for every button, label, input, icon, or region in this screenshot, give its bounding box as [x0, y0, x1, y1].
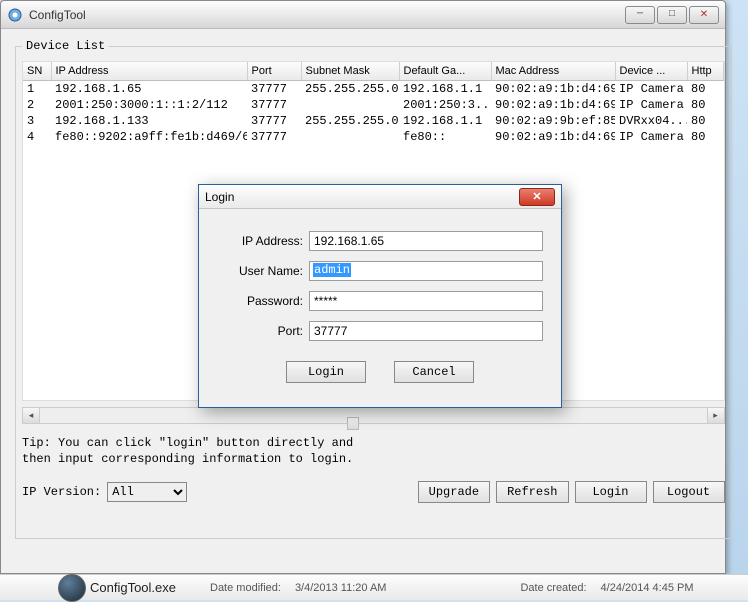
filename: ConfigTool.exe	[90, 580, 176, 595]
cell-device: DVRxx04...	[615, 113, 687, 129]
login-titlebar[interactable]: Login ✕	[199, 185, 561, 209]
explorer-details-strip: ConfigTool.exe Date modified: 3/4/2013 1…	[0, 574, 748, 600]
cell-port: 37777	[247, 113, 301, 129]
date-created-label: Date created:	[520, 582, 586, 594]
cell-subnet: 255.255.255.0	[301, 81, 399, 98]
col-port[interactable]: Port	[247, 62, 301, 81]
refresh-button[interactable]: Refresh	[496, 481, 568, 503]
upgrade-button[interactable]: Upgrade	[418, 481, 490, 503]
ip-version-select[interactable]: All	[107, 482, 187, 502]
exe-file-icon	[58, 574, 86, 602]
cell-ip: 2001:250:3000:1::1:2/112	[51, 97, 247, 113]
device-list-legend: Device List	[22, 39, 109, 53]
date-modified-label: Date modified:	[210, 582, 281, 594]
cell-port: 37777	[247, 81, 301, 98]
window-controls: ─ □ ✕	[625, 6, 719, 24]
cell-sn: 1	[23, 81, 51, 98]
table-row[interactable]: 1192.168.1.6537777255.255.255.0192.168.1…	[23, 81, 723, 98]
table-row[interactable]: 22001:250:3000:1::1:2/11237777 2001:250:3…	[23, 97, 723, 113]
cell-mac: 90:02:a9:1b:d4:69	[491, 129, 615, 145]
cell-http: 80	[687, 81, 723, 98]
cell-http: 80	[687, 129, 723, 145]
password-input[interactable]	[309, 291, 543, 311]
password-label: Password:	[199, 294, 303, 308]
col-mac[interactable]: Mac Address	[491, 62, 615, 81]
col-subnet[interactable]: Subnet Mask	[301, 62, 399, 81]
cell-sn: 4	[23, 129, 51, 145]
cell-mac: 90:02:a9:9b:ef:85	[491, 113, 615, 129]
dialog-cancel-button[interactable]: Cancel	[394, 361, 474, 383]
login-close-button[interactable]: ✕	[519, 188, 555, 206]
table-row[interactable]: 4fe80::9202:a9ff:fe1b:d469/6437777 fe80::…	[23, 129, 723, 145]
scrollbar-thumb[interactable]	[347, 417, 359, 430]
cell-subnet: 255.255.255.0	[301, 113, 399, 129]
scroll-left-button[interactable]: ◂	[23, 408, 40, 423]
cell-sn: 3	[23, 113, 51, 129]
port-input[interactable]	[309, 321, 543, 341]
cell-gateway: fe80::	[399, 129, 491, 145]
cell-http: 80	[687, 97, 723, 113]
logout-button[interactable]: Logout	[653, 481, 725, 503]
cell-gateway: 2001:250:3...	[399, 97, 491, 113]
tip-line-1: Tip: You can click "login" button direct…	[22, 436, 725, 452]
username-input[interactable]: admin	[309, 261, 543, 281]
login-dialog: Login ✕ IP Address: User Name: admin Pas…	[198, 184, 562, 408]
titlebar[interactable]: ConfigTool ─ □ ✕	[1, 1, 725, 29]
col-sn[interactable]: SN	[23, 62, 51, 81]
cell-device: IP Camera	[615, 97, 687, 113]
port-label: Port:	[199, 324, 303, 338]
login-body: IP Address: User Name: admin Password: P…	[199, 209, 561, 383]
table-row[interactable]: 3192.168.1.13337777255.255.255.0192.168.…	[23, 113, 723, 129]
username-label: User Name:	[199, 264, 303, 278]
bottom-row: IP Version: All Upgrade Refresh Login Lo…	[22, 481, 725, 503]
cell-http: 80	[687, 113, 723, 129]
cell-subnet	[301, 97, 399, 113]
tip-line-2: then input corresponding information to …	[22, 452, 725, 468]
window-close-button[interactable]: ✕	[689, 6, 719, 24]
cell-device: IP Camera	[615, 81, 687, 98]
col-gateway[interactable]: Default Ga...	[399, 62, 491, 81]
cell-mac: 90:02:a9:1b:d4:69	[491, 81, 615, 98]
scroll-right-button[interactable]: ▸	[707, 408, 724, 423]
login-dialog-buttons: Login Cancel	[199, 361, 561, 383]
col-device[interactable]: Device ...	[615, 62, 687, 81]
maximize-button[interactable]: □	[657, 6, 687, 24]
device-table: SN IP Address Port Subnet Mask Default G…	[23, 62, 724, 145]
ip-address-label: IP Address:	[199, 234, 303, 248]
login-dialog-title: Login	[205, 190, 519, 204]
tip-text: Tip: You can click "login" button direct…	[22, 436, 725, 467]
col-http[interactable]: Http	[687, 62, 723, 81]
cell-port: 37777	[247, 97, 301, 113]
cell-ip: 192.168.1.133	[51, 113, 247, 129]
dialog-login-button[interactable]: Login	[286, 361, 366, 383]
cell-gateway: 192.168.1.1	[399, 113, 491, 129]
col-ip[interactable]: IP Address	[51, 62, 247, 81]
app-icon	[7, 7, 23, 23]
cell-ip: 192.168.1.65	[51, 81, 247, 98]
cell-subnet	[301, 129, 399, 145]
date-modified-value: 3/4/2013 11:20 AM	[295, 582, 387, 594]
ip-address-input[interactable]	[309, 231, 543, 251]
window-title: ConfigTool	[29, 8, 625, 22]
login-button[interactable]: Login	[575, 481, 647, 503]
ip-version-label: IP Version:	[22, 485, 101, 499]
cell-port: 37777	[247, 129, 301, 145]
date-created-value: 4/24/2014 4:45 PM	[601, 582, 694, 594]
cell-sn: 2	[23, 97, 51, 113]
cell-gateway: 192.168.1.1	[399, 81, 491, 98]
cell-mac: 90:02:a9:1b:d4:69	[491, 97, 615, 113]
minimize-button[interactable]: ─	[625, 6, 655, 24]
table-header-row: SN IP Address Port Subnet Mask Default G…	[23, 62, 723, 81]
horizontal-scrollbar[interactable]: ◂ ▸	[22, 407, 725, 424]
cell-device: IP Camera	[615, 129, 687, 145]
cell-ip: fe80::9202:a9ff:fe1b:d469/64	[51, 129, 247, 145]
